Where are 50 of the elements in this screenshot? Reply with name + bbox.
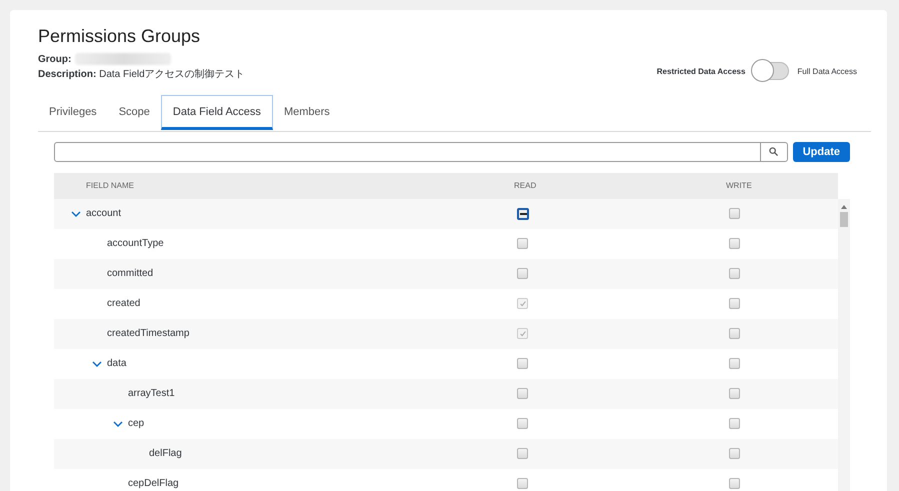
- page-title: Permissions Groups: [38, 26, 202, 47]
- checkbox[interactable]: [517, 268, 528, 279]
- scroll-up-arrow-icon[interactable]: [841, 204, 847, 208]
- checkbox[interactable]: [729, 478, 740, 489]
- chevron-down-icon[interactable]: [113, 420, 123, 426]
- field-name: delFlag: [149, 448, 182, 459]
- field-name: data: [107, 358, 126, 369]
- checkbox[interactable]: [517, 478, 528, 489]
- field-name: account: [86, 208, 122, 219]
- checkbox[interactable]: [729, 418, 740, 429]
- column-header: WRITE: [726, 181, 753, 190]
- checkbox[interactable]: [729, 298, 740, 309]
- description-text: Description: Data Fieldアクセスの制御テスト: [38, 68, 245, 81]
- chevron-down-icon[interactable]: [71, 210, 81, 216]
- group-label: Group:: [38, 54, 72, 64]
- toggle-label: Full Data Access: [797, 66, 857, 76]
- checkbox[interactable]: [729, 358, 740, 369]
- search-icon: [769, 147, 778, 156]
- chevron-down-icon[interactable]: [92, 360, 102, 366]
- column-header: READ: [514, 181, 538, 190]
- field-name: arrayTest1: [128, 388, 175, 399]
- access-toggle[interactable]: [753, 62, 790, 80]
- field-name: createdTimestamp: [107, 328, 190, 339]
- checkbox[interactable]: [729, 448, 740, 459]
- field-name: created: [107, 298, 140, 309]
- update-button[interactable]: Update: [792, 142, 850, 162]
- field-name: cep: [128, 418, 144, 429]
- checkbox[interactable]: [729, 268, 740, 279]
- checkbox[interactable]: [729, 328, 740, 339]
- tab[interactable]: Members: [272, 96, 341, 130]
- scrollbar[interactable]: [838, 198, 850, 491]
- column-header: FIELD NAME: [85, 181, 136, 190]
- checkbox[interactable]: [517, 388, 528, 399]
- toggle-label: Restricted Data Access: [656, 66, 746, 76]
- tab[interactable]: Scope: [108, 96, 161, 130]
- scrollbar-thumb[interactable]: [840, 212, 848, 226]
- checkbox[interactable]: [517, 358, 528, 369]
- checkbox[interactable]: [517, 448, 528, 459]
- field-name: committed: [107, 268, 154, 279]
- checkbox[interactable]: [517, 238, 528, 249]
- checkbox[interactable]: [729, 208, 740, 219]
- field-name: accountType: [107, 238, 164, 249]
- field-name: cepDelFlag: [128, 478, 179, 489]
- search-field[interactable]: [54, 142, 788, 162]
- tab[interactable]: Data Field Access: [160, 95, 273, 130]
- checkbox[interactable]: [729, 388, 740, 399]
- checkbox[interactable]: [517, 208, 529, 220]
- tab[interactable]: Privileges: [38, 96, 108, 130]
- checkbox[interactable]: [517, 418, 528, 429]
- checkbox[interactable]: [729, 238, 740, 249]
